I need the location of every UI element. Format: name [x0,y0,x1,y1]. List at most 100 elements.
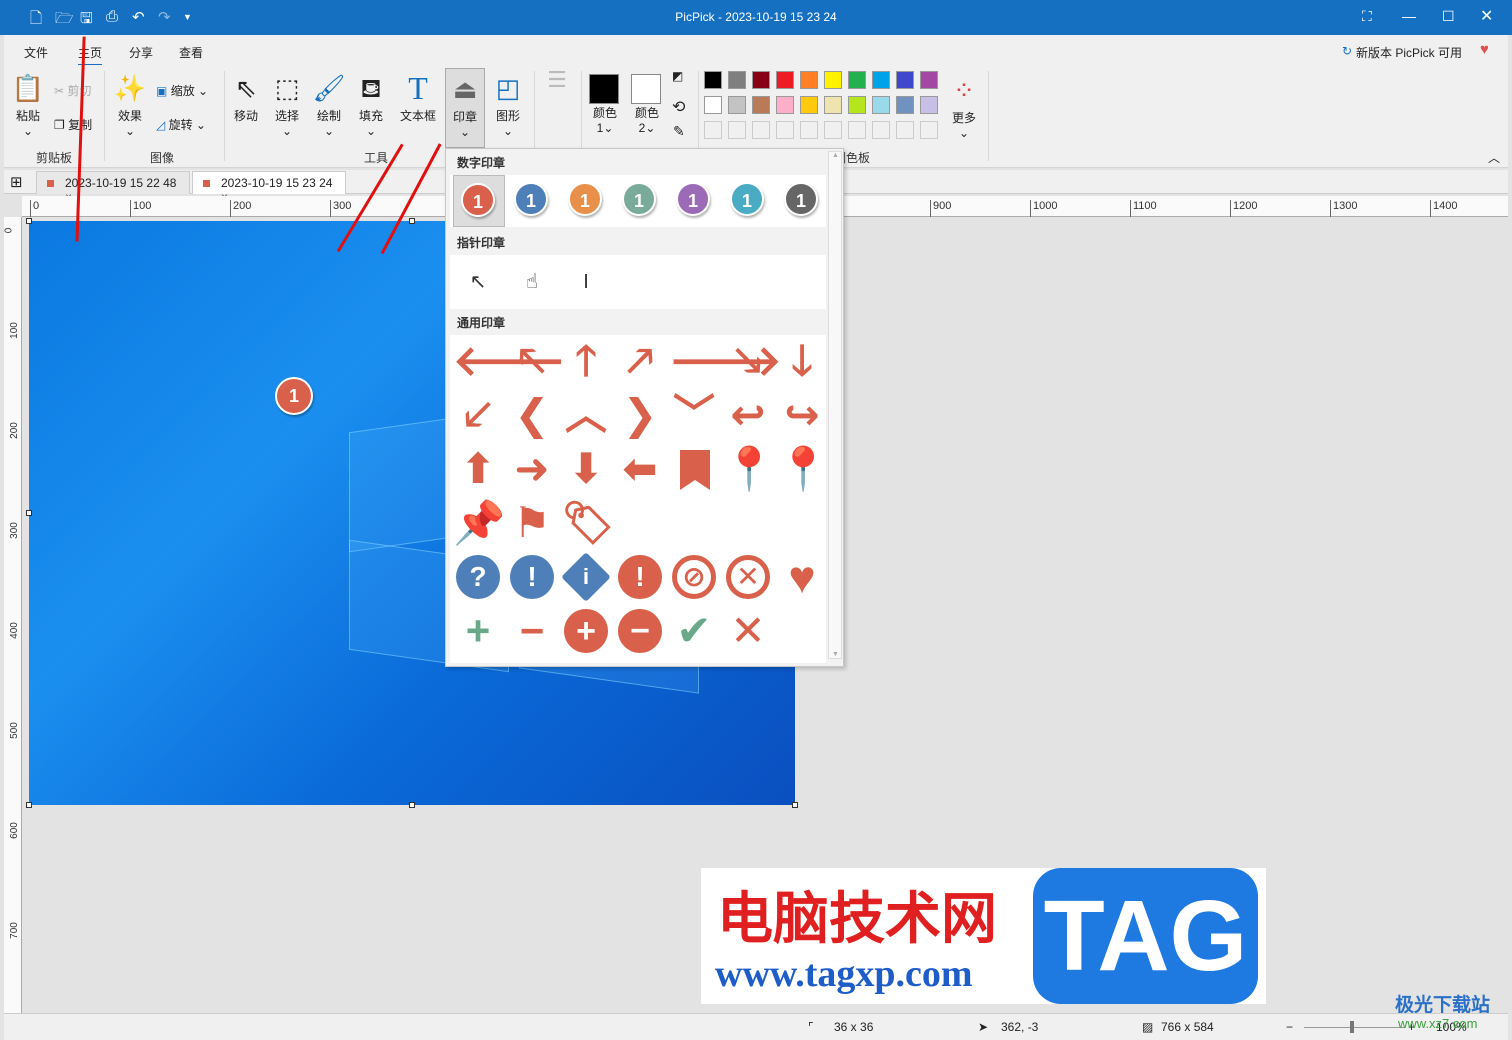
general-stamp-option[interactable]: + [561,606,611,656]
doc-tab-2[interactable]: 2023-10-19 15 23 24 × [192,171,346,204]
line-width-button[interactable]: ☰ [542,69,572,91]
palette-swatch[interactable] [872,71,890,89]
fill-button[interactable]: ⛾ 填充 ⌄ [353,71,389,138]
general-stamp-option[interactable]: 📍 [777,444,829,494]
capture-icon[interactable]: ⛶ [1362,8,1372,25]
stamp-button[interactable]: ⏏ 印章 ⌄ [445,68,485,148]
select-button[interactable]: ⬚ 选择 ⌄ [269,71,305,138]
general-stamp-option[interactable]: ? [453,552,503,602]
palette-swatch[interactable] [896,96,914,114]
palette-swatch[interactable] [920,121,938,139]
general-stamp-option[interactable]: − [507,606,557,656]
palette-swatch[interactable] [800,121,818,139]
rotate-button[interactable]: ◿ 旋转 ⌄ [156,116,206,133]
palette-swatch[interactable] [728,121,746,139]
palette-swatch[interactable] [752,121,770,139]
shape-button[interactable]: ◰ 图形 ⌄ [490,71,526,138]
number-stamp-option[interactable]: 1 [453,175,505,227]
palette-swatch[interactable] [728,71,746,89]
grid-view-icon[interactable]: ⊞ [10,173,23,191]
palette-swatch[interactable] [728,96,746,114]
number-stamp-option[interactable]: 1 [777,175,829,227]
general-stamp-option[interactable]: ✔ [669,606,719,656]
general-stamp-option[interactable]: ⬆ [453,444,503,494]
general-stamp-option[interactable]: ➜ [507,444,557,494]
general-stamp-option[interactable]: ↪ [777,390,827,440]
number-stamp-option[interactable]: 1 [669,175,721,227]
tab-view[interactable]: 查看 [179,44,203,61]
pointer-stamp-option[interactable]: I [561,257,611,307]
palette-swatch[interactable] [776,96,794,114]
panel-scrollbar[interactable]: ▲ ▼ [828,151,842,659]
resize-button[interactable]: ▣ 缩放 ⌄ [156,82,208,99]
pointer-stamp-option[interactable]: ↖ [453,257,503,307]
doc-tab-1[interactable]: 2023-10-19 15 22 48 × [36,171,190,204]
textbox-button[interactable]: T 文本框 [396,71,440,124]
general-stamp-option[interactable]: ⬇ [561,444,611,494]
palette-swatch[interactable] [872,121,890,139]
general-stamp-option[interactable]: 🡐 [453,336,566,386]
number-stamp-option[interactable]: 1 [507,175,559,227]
zoom-out-button[interactable]: − [1286,1020,1293,1034]
general-stamp-option[interactable]: ✕ [723,552,773,602]
palette-swatch[interactable] [752,71,770,89]
placed-number-stamp[interactable]: 1 [275,377,313,415]
general-stamp-option[interactable] [669,444,719,494]
general-stamp-option[interactable]: ⚑ [507,498,557,548]
palette-swatch[interactable] [848,96,866,114]
tab-file[interactable]: 文件 [24,44,48,61]
heart-icon[interactable]: ♥ [1480,41,1489,58]
number-stamp-option[interactable]: 1 [723,175,775,227]
general-stamp-option[interactable]: ⬅ [615,444,665,494]
general-stamp-option[interactable]: 🡗 [453,390,503,440]
general-stamp-option[interactable]: ❯ [615,390,665,440]
effects-button[interactable]: ✨ 效果 ⌄ [112,71,148,138]
palette-swatch[interactable] [848,121,866,139]
tab-share[interactable]: 分享 [129,44,153,61]
palette-swatch[interactable] [800,71,818,89]
general-stamp-option[interactable]: ︿ [561,390,611,440]
palette-swatch[interactable] [752,96,770,114]
swap-default-colors-icon[interactable]: ◩ [672,69,683,83]
general-stamp-option[interactable]: 🡕 [615,336,665,386]
move-button[interactable]: ⇖ 移动 [228,71,264,124]
palette-swatch[interactable] [824,96,842,114]
general-stamp-option[interactable]: ⊘ [669,552,719,602]
palette-swatch[interactable] [776,71,794,89]
general-stamp-option[interactable]: 🏷 [561,498,614,548]
general-stamp-option[interactable]: i [561,552,611,602]
palette-swatch[interactable] [920,96,938,114]
paste-button[interactable]: 📋 粘贴 ⌄ [10,71,46,138]
general-stamp-option[interactable]: 📌 [453,498,505,548]
general-stamp-option[interactable]: ! [507,552,557,602]
general-stamp-option[interactable]: 🡔 [507,336,557,386]
general-stamp-option[interactable]: ! [615,552,665,602]
palette-swatch[interactable] [872,96,890,114]
cut-button[interactable]: ✂ 剪切 [54,82,91,99]
palette-swatch[interactable] [848,71,866,89]
close-button[interactable]: ✕ [1480,6,1493,26]
collapse-ribbon-icon[interactable]: ︿ [1488,149,1500,166]
palette-swatch[interactable] [920,71,938,89]
color2-button[interactable]: 颜色 2⌄ [631,74,663,135]
general-stamp-option[interactable]: 🡓 [777,336,827,386]
general-stamp-option[interactable]: 🡒 [669,336,782,386]
update-notice[interactable]: 新版本 PicPick 可用 [1356,44,1462,61]
copy-button[interactable]: ❐ 复制 [54,116,92,133]
color1-button[interactable]: 颜色 1⌄ [589,74,621,135]
eyedropper-icon[interactable]: ✎ [673,123,685,140]
number-stamp-option[interactable]: 1 [561,175,613,227]
general-stamp-option[interactable]: ♥ [777,552,827,602]
general-stamp-option[interactable]: ❮ [507,390,557,440]
general-stamp-option[interactable]: ﹀ [669,390,719,440]
palette-swatch[interactable] [824,121,842,139]
palette-swatch[interactable] [776,121,794,139]
pointer-stamp-option[interactable]: ☝ [507,257,557,307]
palette-swatch[interactable] [704,96,722,114]
more-colors-button[interactable]: ⁘ 更多 ⌄ [946,73,982,140]
general-stamp-option[interactable]: ↩ [723,390,773,440]
palette-swatch[interactable] [896,121,914,139]
general-stamp-option[interactable]: 🡖 [723,336,773,386]
maximize-button[interactable]: ☐ [1442,8,1455,25]
palette-swatch[interactable] [896,71,914,89]
